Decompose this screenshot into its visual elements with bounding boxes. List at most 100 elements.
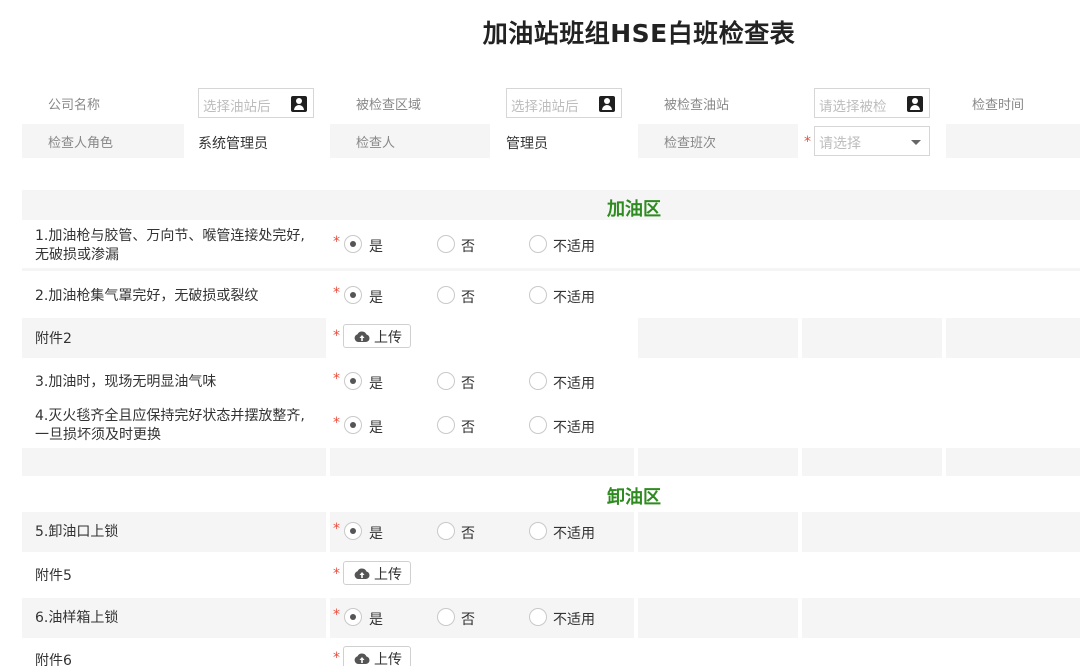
attachment-row-cell	[802, 318, 942, 358]
attachment-row-cell	[946, 318, 1080, 358]
radio-no-label: 否	[461, 290, 475, 306]
required-mark: *	[333, 234, 340, 250]
radio-no[interactable]	[437, 235, 455, 253]
required-mark: *	[804, 134, 811, 150]
required-mark: *	[333, 650, 340, 666]
inspector-label-cell	[330, 124, 490, 158]
shift-select[interactable]: 请选择	[814, 126, 930, 156]
contact-card-icon[interactable]	[291, 96, 307, 112]
radio-yes[interactable]	[344, 522, 362, 540]
question-text-line2: 一旦损坏须及时更换	[35, 427, 161, 443]
radio-yes[interactable]	[344, 608, 362, 626]
required-mark: *	[333, 285, 340, 301]
required-mark: *	[333, 415, 340, 431]
company-picker[interactable]: 选择油站后	[198, 88, 314, 118]
cloud-upload-icon	[354, 653, 370, 664]
radio-na[interactable]	[529, 608, 547, 626]
contact-card-icon[interactable]	[599, 96, 615, 112]
required-mark: *	[333, 607, 340, 623]
empty-row-cell	[638, 448, 798, 476]
required-mark: *	[333, 328, 340, 344]
area-placeholder: 选择油站后	[511, 99, 579, 115]
attachment-label: 附件5	[35, 568, 72, 584]
radio-yes[interactable]	[344, 286, 362, 304]
empty-row-cell	[22, 448, 326, 476]
area-label: 被检查区域	[356, 98, 422, 113]
question-text: 4.灭火毯齐全且应保持完好状态并摆放整齐,	[35, 408, 305, 424]
empty-row-cell	[802, 448, 942, 476]
upload-label: 上传	[374, 652, 402, 666]
radio-na[interactable]	[529, 286, 547, 304]
radio-na[interactable]	[529, 416, 547, 434]
radio-yes-label: 是	[369, 420, 383, 436]
question-row	[802, 512, 1080, 552]
attachment-label: 附件6	[35, 653, 72, 666]
empty-row-cell	[330, 448, 634, 476]
question-text-line2: 无破损或渗漏	[35, 247, 119, 263]
radio-no-label: 否	[461, 420, 475, 436]
question-text: 6.油样箱上锁	[35, 610, 119, 626]
radio-yes-label: 是	[369, 526, 383, 542]
radio-na[interactable]	[529, 372, 547, 390]
radio-yes[interactable]	[344, 235, 362, 253]
radio-na-label: 不适用	[553, 239, 595, 255]
question-text: 2.加油枪集气罩完好，无破损或裂纹	[35, 288, 259, 304]
shift-placeholder: 请选择	[819, 136, 861, 152]
upload-label: 上传	[374, 330, 402, 346]
chevron-down-icon	[911, 140, 921, 145]
cloud-upload-icon	[354, 568, 370, 579]
radio-no[interactable]	[437, 416, 455, 434]
role-label: 检查人角色	[48, 136, 114, 151]
upload-button[interactable]: 上传	[343, 561, 411, 585]
question-row	[638, 512, 798, 552]
required-mark: *	[333, 521, 340, 537]
radio-no[interactable]	[437, 372, 455, 390]
section-title: 卸油区	[607, 487, 661, 508]
required-mark: *	[333, 371, 340, 387]
radio-na[interactable]	[529, 522, 547, 540]
attachment-row-cell	[638, 318, 798, 358]
shift-label: 检查班次	[664, 136, 717, 151]
time-label: 检查时间	[972, 98, 1025, 113]
role-value: 系统管理员	[198, 136, 268, 152]
contact-card-icon[interactable]	[907, 96, 923, 112]
upload-button[interactable]: 上传	[343, 324, 411, 348]
upload-label: 上传	[374, 567, 402, 583]
radio-no-label: 否	[461, 376, 475, 392]
radio-no[interactable]	[437, 522, 455, 540]
radio-yes-label: 是	[369, 376, 383, 392]
radio-na-label: 不适用	[553, 612, 595, 628]
question-row	[638, 598, 798, 638]
inspector-value: 管理员	[506, 136, 548, 152]
section-band	[22, 190, 1080, 220]
cloud-upload-icon	[354, 331, 370, 342]
radio-yes-label: 是	[369, 612, 383, 628]
question-text: 5.卸油口上锁	[35, 524, 119, 540]
radio-yes[interactable]	[344, 372, 362, 390]
station-label: 被检查油站	[664, 98, 730, 113]
upload-button[interactable]: 上传	[343, 646, 411, 666]
radio-no-label: 否	[461, 612, 475, 628]
shift-label-cell	[638, 124, 798, 158]
company-label: 公司名称	[48, 98, 101, 113]
radio-na-label: 不适用	[553, 290, 595, 306]
radio-na-label: 不适用	[553, 420, 595, 436]
area-picker[interactable]: 选择油站后	[506, 88, 622, 118]
station-placeholder: 请选择被检	[819, 99, 887, 115]
inspector-label: 检查人	[356, 136, 396, 151]
radio-yes[interactable]	[344, 416, 362, 434]
section-title: 加油区	[607, 199, 661, 220]
radio-na-label: 不适用	[553, 376, 595, 392]
required-mark: *	[333, 566, 340, 582]
radio-no[interactable]	[437, 286, 455, 304]
radio-no[interactable]	[437, 608, 455, 626]
station-picker[interactable]: 请选择被检	[814, 88, 930, 118]
radio-na-label: 不适用	[553, 526, 595, 542]
question-text: 3.加油时，现场无明显油气味	[35, 374, 217, 390]
question-row	[802, 598, 1080, 638]
radio-yes-label: 是	[369, 290, 383, 306]
radio-na[interactable]	[529, 235, 547, 253]
empty-row-cell	[946, 448, 1080, 476]
radio-yes-label: 是	[369, 239, 383, 255]
time-value-cell	[946, 124, 1080, 158]
